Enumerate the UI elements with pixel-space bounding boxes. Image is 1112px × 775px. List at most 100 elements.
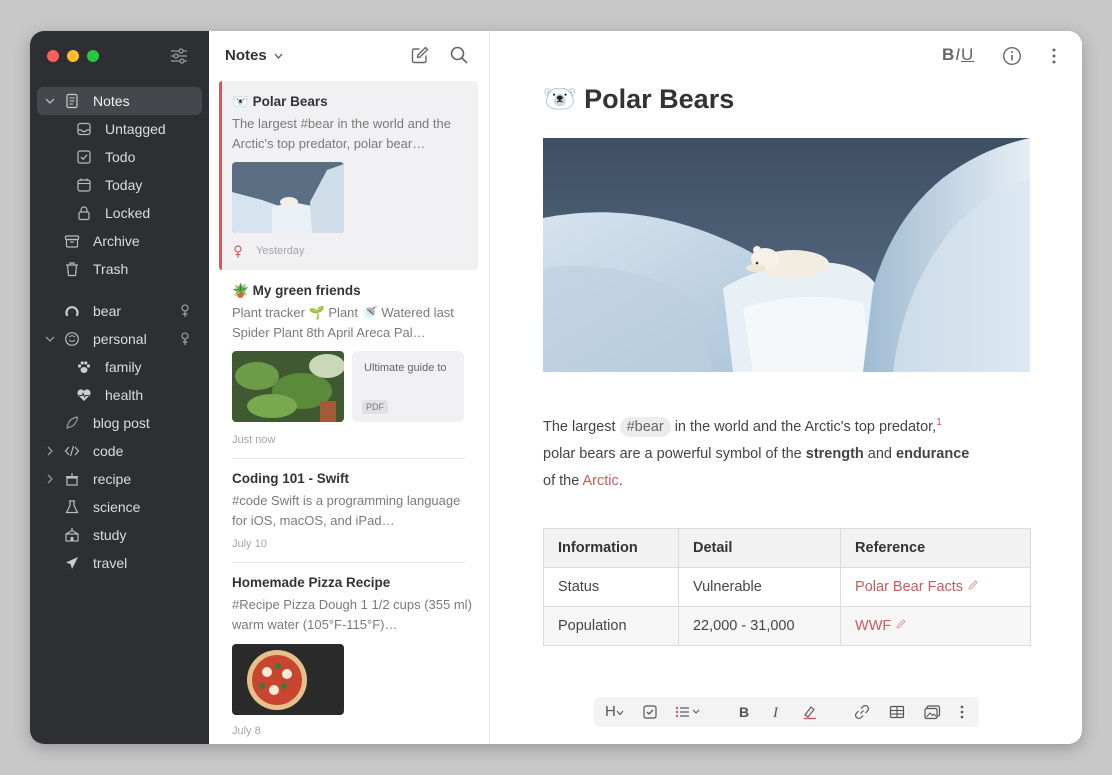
chevron-right-icon[interactable] <box>44 445 56 457</box>
chevron-down-icon[interactable] <box>44 95 56 107</box>
highlighter-icon[interactable] <box>801 704 819 720</box>
footnote-reference[interactable]: 1 <box>936 417 942 428</box>
table-cell-link[interactable]: WWF <box>840 606 1031 646</box>
table-cell[interactable]: Population <box>543 606 679 646</box>
sidebar-tag-personal[interactable]: personal <box>37 325 202 353</box>
window-controls <box>47 50 99 62</box>
table-header-cell[interactable]: Information <box>543 528 679 568</box>
sidebar-item-archive[interactable]: Archive <box>37 227 202 255</box>
minimize-window-button[interactable] <box>67 50 79 62</box>
note-emoji: 🪴 <box>232 283 249 298</box>
table-header-cell[interactable]: Detail <box>677 528 842 568</box>
note-list-header: Notes <box>209 31 489 81</box>
chevron-down-icon <box>616 710 624 716</box>
heart-icon <box>77 389 91 401</box>
chevron-down-icon[interactable] <box>274 53 283 59</box>
sidebar-tag-code[interactable]: code <box>37 437 202 465</box>
chevron-right-icon[interactable] <box>44 473 56 485</box>
note-item-green-friends[interactable]: 🪴 My green friends Plant tracker 🌱 Plant… <box>219 271 478 456</box>
checkbox-icon <box>77 150 91 164</box>
image-icon[interactable] <box>924 704 941 720</box>
checkbox-icon[interactable] <box>642 704 658 720</box>
info-icon[interactable] <box>1002 46 1022 66</box>
table-cell[interactable]: Status <box>543 567 679 607</box>
sidebar-item-todo[interactable]: Todo <box>37 143 202 171</box>
link-icon[interactable] <box>854 704 870 720</box>
sidebar-item-label: travel <box>93 555 128 571</box>
pencil-icon <box>896 619 907 629</box>
sidebar-item-today[interactable]: Today <box>37 171 202 199</box>
table-cell-link[interactable]: Polar Bear Facts <box>840 567 1031 607</box>
sidebar-tag-health[interactable]: health <box>37 381 202 409</box>
sidebar-item-label: Locked <box>105 205 151 221</box>
school-icon <box>65 528 79 542</box>
note-divider <box>232 562 465 563</box>
sidebar-tag-blog-post[interactable]: blog post <box>37 409 202 437</box>
note-date: July 8 <box>232 725 261 737</box>
note-thumbnail <box>232 644 344 715</box>
sidebar-item-label: Untagged <box>105 121 166 137</box>
sidebar-item-trash[interactable]: Trash <box>37 255 202 283</box>
note-item-polar-bears[interactable]: 🐻‍❄️ Polar Bears The largest #bear in th… <box>219 81 478 270</box>
note-item-coding-101[interactable]: Coding 101 - Swift #code Swift is a prog… <box>219 460 478 563</box>
note-body[interactable]: The largest #bear in the world and the A… <box>543 409 1003 495</box>
lock-icon <box>78 206 90 221</box>
list-icon[interactable] <box>674 704 702 720</box>
reference-link[interactable]: WWF <box>855 618 891 634</box>
table-row: Population 22,000 - 31,000 WWF <box>543 606 1031 646</box>
sidebar-tag-family[interactable]: family <box>37 353 202 381</box>
sliders-icon[interactable] <box>169 46 189 66</box>
table-icon[interactable] <box>889 704 905 720</box>
format-toolbar: H B I <box>594 697 979 727</box>
note-title: 🐻‍❄️ Polar Bears <box>232 94 328 110</box>
sidebar-item-label: Today <box>105 177 143 193</box>
sidebar-tag-science[interactable]: science <box>37 493 202 521</box>
note-date: Just now <box>232 434 276 446</box>
title-emoji: 🐻‍❄️ <box>543 84 577 114</box>
sidebar-item-label: code <box>93 443 124 459</box>
more-vertical-icon[interactable] <box>959 704 965 720</box>
sidebar-tag-recipe[interactable]: recipe <box>37 465 202 493</box>
sidebar-item-locked[interactable]: Locked <box>37 199 202 227</box>
sidebar-item-notes[interactable]: Notes <box>37 87 202 115</box>
pdf-attachment-card[interactable]: Ultimate guide to PDF <box>352 351 464 422</box>
search-icon[interactable] <box>449 45 469 65</box>
text-format-button[interactable]: BIU <box>942 45 974 65</box>
hashtag-bear[interactable]: #bear <box>619 416 671 437</box>
chevron-down-icon[interactable] <box>44 333 56 345</box>
sidebar-tag-bear[interactable]: bear <box>37 297 202 325</box>
note-divider <box>232 458 465 459</box>
reference-link[interactable]: Polar Bear Facts <box>855 579 963 595</box>
note-list-title[interactable]: Notes <box>225 47 267 64</box>
table-header-cell[interactable]: Reference <box>840 528 1031 568</box>
note-title-heading[interactable]: 🐻‍❄️ Polar Bears <box>543 83 734 115</box>
sidebar: Notes Untagged Todo Today Locked Archive… <box>30 31 209 744</box>
plane-icon <box>66 557 78 569</box>
close-window-button[interactable] <box>47 50 59 62</box>
note-emoji: 🐻‍❄️ <box>232 94 249 109</box>
bold-icon[interactable]: B <box>736 704 752 720</box>
svg-text:I: I <box>772 705 779 720</box>
sidebar-tag-study[interactable]: study <box>37 521 202 549</box>
zoom-window-button[interactable] <box>87 50 99 62</box>
info-table[interactable]: Information Detail Reference Status Vuln… <box>543 528 1031 646</box>
sidebar-item-untagged[interactable]: Untagged <box>37 115 202 143</box>
link-arctic[interactable]: Arctic <box>583 473 619 489</box>
heading-label: H <box>605 703 616 720</box>
table-cell[interactable]: Vulnerable <box>677 567 842 607</box>
heading-button[interactable]: H <box>605 703 624 720</box>
table-cell[interactable]: 22,000 - 31,000 <box>677 606 842 646</box>
note-item-pizza-recipe[interactable]: Homemade Pizza Recipe #Recipe Pizza Doug… <box>219 564 478 744</box>
sidebar-tag-travel[interactable]: travel <box>37 549 202 577</box>
pdf-attachment-title: Ultimate guide to <box>364 362 447 374</box>
note-title-text: Polar Bears <box>252 94 328 109</box>
italic-icon[interactable]: I <box>769 704 785 720</box>
flask-icon <box>65 500 79 514</box>
hero-image[interactable] <box>543 138 1030 372</box>
pencil-icon <box>968 580 978 590</box>
more-vertical-icon[interactable] <box>1050 46 1058 66</box>
bold-text: strength <box>805 445 864 462</box>
note-date: July 10 <box>232 538 267 550</box>
compose-icon[interactable] <box>410 45 430 65</box>
sidebar-item-label: Trash <box>93 261 129 277</box>
